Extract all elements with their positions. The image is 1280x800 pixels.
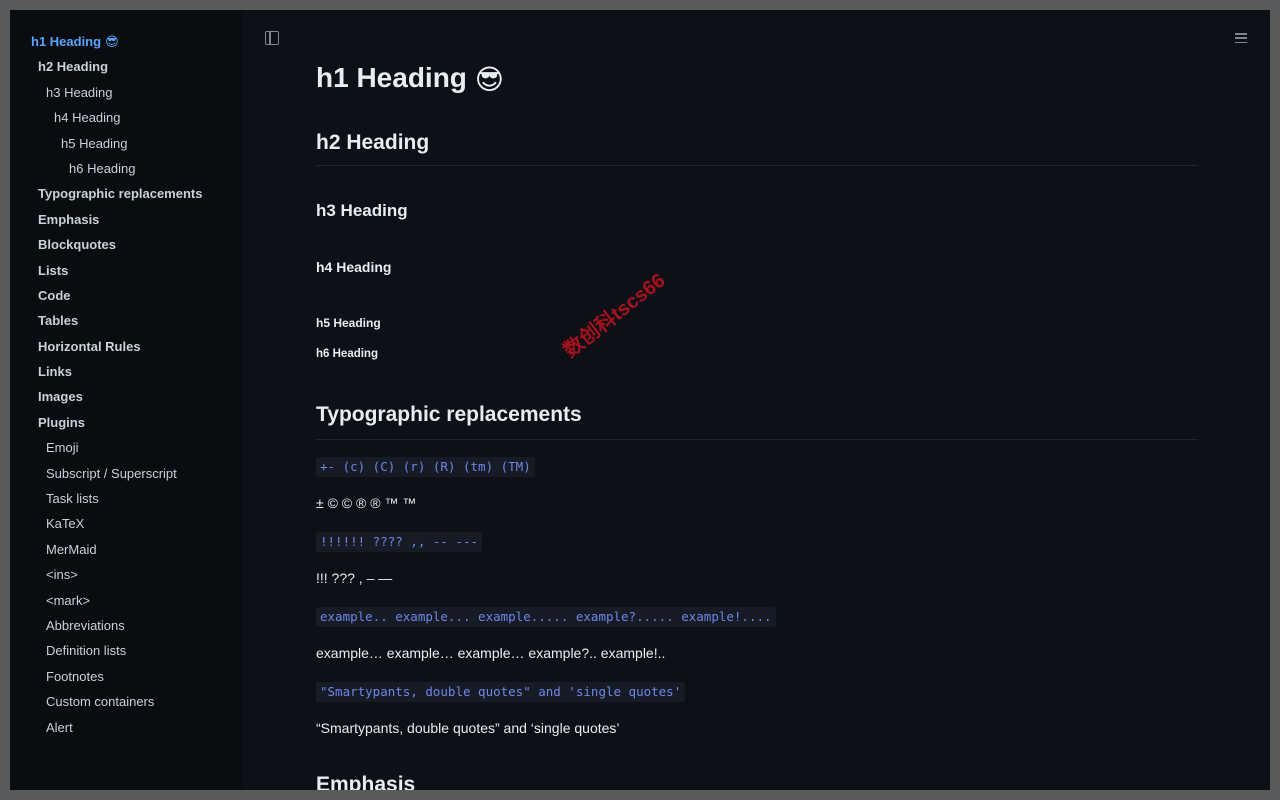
toc-item-label: Subscript / Superscript — [46, 466, 177, 481]
h3-heading: h3 Heading — [316, 201, 408, 221]
toc-item-label: Custom containers — [46, 694, 154, 709]
code-snippet: example.. example... example..... exampl… — [316, 607, 776, 627]
toc-item-mermaid[interactable]: MerMaid — [10, 540, 243, 565]
toc-item-label: h6 Heading — [69, 161, 136, 176]
h1-heading: h1 Heading 😎 — [316, 62, 504, 96]
code-snippet: !!!!!! ???? ,, -- --- — [316, 532, 482, 552]
h6-heading: h6 Heading — [316, 348, 378, 360]
toc-item-blockquotes[interactable]: Blockquotes — [10, 235, 243, 260]
sunglasses-emoji-icon: 😎 — [475, 63, 504, 96]
toc-item-ins[interactable]: <ins> — [10, 565, 243, 590]
toc-item-label: Abbreviations — [46, 618, 125, 633]
toc-item-label: <ins> — [46, 567, 78, 582]
toc-item-definition-lists[interactable]: Definition lists — [10, 641, 243, 666]
code-snippet: +- (c) (C) (r) (R) (tm) (TM) — [316, 457, 535, 477]
paragraph: “Smartypants, double quotes” and ‘single… — [316, 720, 620, 736]
toc-item-label: Emphasis — [38, 212, 99, 227]
toc-item-katex[interactable]: KaTeX — [10, 514, 243, 539]
toc-item-label: Images — [38, 389, 83, 404]
toc-item-label: Footnotes — [46, 669, 104, 684]
toc-item-task-lists[interactable]: Task lists — [10, 489, 243, 514]
table-of-contents: h1 Heading 😎 h2 Heading h3 Heading h4 Headin… — [10, 10, 243, 790]
toc-item-label: Code — [38, 288, 71, 303]
toc-item-label: Task lists — [46, 491, 99, 506]
toc-item-label: Definition lists — [46, 643, 126, 658]
toc-item-custom-containers[interactable]: Custom containers — [10, 692, 243, 717]
toc-item-label: Links — [38, 364, 72, 379]
toc-item-abbreviations[interactable]: Abbreviations — [10, 616, 243, 641]
toc-item-label: h1 Heading — [31, 34, 101, 49]
toc-item-label: Plugins — [38, 415, 85, 430]
toc-item-footnotes[interactable]: Footnotes — [10, 667, 243, 692]
toc-item-h3-heading[interactable]: h3 Heading — [10, 83, 243, 108]
toc-item-emoji[interactable]: Emoji — [10, 438, 243, 463]
toc-item-lists[interactable]: Lists — [10, 261, 243, 286]
toc-item-label: KaTeX — [46, 516, 84, 531]
toc-item-label: Emoji — [46, 440, 79, 455]
toc-item-label: Alert — [46, 720, 73, 735]
main-content-area: h1 Heading 😎 h2 Heading h3 Heading h4 He… — [243, 10, 1270, 790]
toc-item-h5-heading[interactable]: h5 Heading — [10, 134, 243, 159]
toc-item-label: Typographic replacements — [38, 186, 202, 201]
toc-item-label: <mark> — [46, 593, 90, 608]
toc-item-alert[interactable]: Alert — [10, 718, 243, 743]
typographic-divider — [316, 439, 1198, 440]
h5-heading: h5 Heading — [316, 316, 381, 330]
toc-item-h2-heading[interactable]: h2 Heading — [10, 57, 243, 82]
toc-item-label: h4 Heading — [54, 110, 121, 125]
toc-item-h6-heading[interactable]: h6 Heading — [10, 159, 243, 184]
sunglasses-emoji-icon: 😎 — [105, 34, 119, 49]
toc-item-label: Lists — [38, 263, 68, 278]
emphasis-heading: Emphasis — [316, 773, 415, 790]
toc-item-label: h2 Heading — [38, 59, 108, 74]
toc-item-code[interactable]: Code — [10, 286, 243, 311]
toc-item-mark[interactable]: <mark> — [10, 591, 243, 616]
toc-item-label: h3 Heading — [46, 85, 113, 100]
h2-heading: h2 Heading — [316, 131, 429, 155]
toc-item-links[interactable]: Links — [10, 362, 243, 387]
toc-item-tables[interactable]: Tables — [10, 311, 243, 336]
toc-item-emphasis[interactable]: Emphasis — [10, 210, 243, 235]
h4-heading: h4 Heading — [316, 259, 391, 275]
code-snippet: "Smartypants, double quotes" and 'single… — [316, 682, 685, 702]
toc-item-horizontal-rules[interactable]: Horizontal Rules — [10, 337, 243, 362]
sidebar-toggle-icon[interactable] — [265, 31, 279, 45]
paragraph: example… example… example… example?.. ex… — [316, 645, 665, 661]
toc-item-label: Blockquotes — [38, 237, 116, 252]
toc-item-h4-heading[interactable]: h4 Heading — [10, 108, 243, 133]
typographic-replacements-heading: Typographic replacements — [316, 403, 582, 427]
toc-item-typographic-replacements[interactable]: Typographic replacements — [10, 184, 243, 209]
hamburger-menu-icon[interactable] — [1235, 33, 1247, 43]
toc-item-h1-heading[interactable]: h1 Heading 😎 — [10, 32, 243, 57]
toc-item-subscript-superscript[interactable]: Subscript / Superscript — [10, 464, 243, 489]
h2-divider — [316, 165, 1198, 166]
app-window: h1 Heading 😎 h2 Heading h3 Heading h4 Headin… — [10, 10, 1270, 790]
toc-item-label: h5 Heading — [61, 136, 128, 151]
toc-item-label: MerMaid — [46, 542, 97, 557]
paragraph: ± © © ® ® ™ ™ — [316, 495, 416, 511]
paragraph: !!! ??? , – — — [316, 570, 392, 586]
toc-item-label: Tables — [38, 313, 78, 328]
toc-item-plugins[interactable]: Plugins — [10, 413, 243, 438]
toc-item-label: Horizontal Rules — [38, 339, 141, 354]
toc-item-images[interactable]: Images — [10, 387, 243, 412]
